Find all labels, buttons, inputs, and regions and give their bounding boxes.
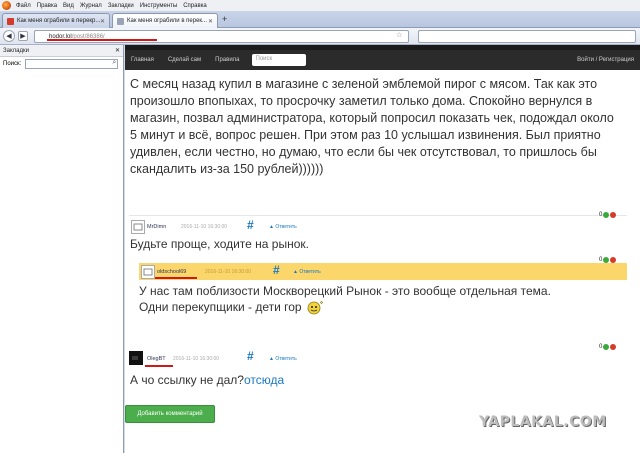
sidebar-search: Поиск: ⌕: [0, 57, 123, 71]
new-tab-icon[interactable]: +: [222, 14, 227, 24]
upvote-icon[interactable]: [603, 344, 610, 350]
comment-username[interactable]: OlegBT: [147, 356, 166, 362]
close-sidebar-icon[interactable]: ✕: [115, 47, 120, 54]
vote-score: 0: [599, 344, 603, 350]
upvote-icon[interactable]: [603, 257, 610, 263]
reply-arrow-icon: ▲: [269, 224, 274, 230]
reply-label: Ответить: [275, 356, 297, 362]
firefox-icon[interactable]: [2, 1, 11, 10]
comment-permalink[interactable]: #: [273, 263, 280, 277]
reply-arrow-icon: ▲: [269, 356, 274, 362]
site-nav: Главная Сделай сам Правила Поиск Войти /…: [125, 50, 640, 70]
downvote-icon[interactable]: [610, 212, 617, 218]
comment-text: Будьте проще, ходите на рынок.: [130, 237, 309, 251]
site-favicon-icon: [117, 17, 124, 25]
comment-username[interactable]: MrDimn: [147, 224, 166, 230]
comment-link[interactable]: отсюда: [244, 373, 284, 387]
comment-line-text: А чо ссылку не дал?: [130, 373, 244, 387]
menu-help[interactable]: Справка: [180, 3, 210, 9]
comment-reply[interactable]: ▲ Ответить: [293, 269, 321, 275]
back-icon[interactable]: ◀: [3, 30, 15, 42]
comment-header: MrDimn 2016-11-10 16:30:00 # ▲ Ответить …: [129, 212, 627, 235]
comment-date: 2016-11-10 16:30:00: [205, 269, 252, 275]
avatar: [141, 265, 155, 279]
menu-history[interactable]: Журнал: [77, 3, 105, 9]
site-search-input[interactable]: Поиск: [251, 54, 306, 66]
comment-header-highlighted: oldschool69 2016-11-10 16:30:00 # ▲ Отве…: [139, 257, 627, 280]
menu-edit[interactable]: Правка: [34, 3, 60, 9]
comment-votes: 0: [599, 344, 617, 350]
sidebar-search-input[interactable]: ⌕: [25, 59, 119, 69]
nav-bar: ◀ ▶ hodor.lol/post/86386/ ☆: [0, 28, 640, 45]
tab-title: Как меня ограбили в перек...: [127, 18, 208, 24]
bookmarks-sidebar: Закладки ✕ Поиск: ⌕: [0, 45, 124, 453]
comment-reply[interactable]: ▲ Ответить: [269, 224, 297, 230]
close-tab-icon[interactable]: ✕: [100, 18, 105, 25]
comment-line: Одни перекупщики - дети гор: [139, 299, 619, 315]
red-underline-mark: [155, 277, 197, 279]
menu-file[interactable]: Файл: [13, 3, 34, 9]
login-link[interactable]: Войти / Регистрация: [577, 57, 634, 63]
avatar: [131, 220, 145, 234]
nav-diy[interactable]: Сделай сам: [168, 57, 201, 63]
comment-permalink[interactable]: #: [247, 218, 254, 232]
main-content: С месяц назад купил в магазине с зеленой…: [125, 70, 640, 453]
sidebar-header: Закладки ✕: [0, 45, 123, 57]
avatar: [129, 351, 143, 365]
red-underline-mark: [145, 365, 173, 367]
tab-2[interactable]: Как меня ограбили в перек... ✕: [112, 13, 218, 28]
menu-bar: Файл Правка Вид Журнал Закладки Инструме…: [0, 0, 640, 11]
comment-votes: 0: [599, 212, 617, 218]
upvote-icon[interactable]: [603, 212, 610, 218]
add-comment-button[interactable]: Добавить комментарий: [125, 405, 215, 423]
red-underline-mark: [47, 39, 157, 41]
vote-score: 0: [599, 212, 603, 218]
reply-arrow-icon: ▲: [293, 269, 298, 275]
address-bar[interactable]: hodor.lol/post/86386/: [34, 30, 409, 43]
comment-reply[interactable]: ▲ Ответить: [269, 356, 297, 362]
browser-search-input[interactable]: [418, 30, 636, 43]
menu-bookmarks[interactable]: Закладки: [105, 3, 137, 9]
tab-1[interactable]: Как меня ограбили в перекр... ✕: [2, 13, 110, 28]
watermark: YAPLAKAL.COM: [479, 414, 607, 430]
comment-votes: 0: [599, 257, 617, 263]
tab-title: Как меня ограбили в перекр...: [17, 18, 101, 24]
reply-label: Ответить: [299, 269, 321, 275]
comment-text: У нас там поблизости Москворецкий Рынок …: [139, 283, 619, 315]
tab-bar: Как меня ограбили в перекр... ✕ Как меня…: [0, 11, 640, 28]
sidebar-title: Закладки: [3, 48, 29, 54]
nav-home[interactable]: Главная: [131, 57, 154, 63]
downvote-icon[interactable]: [610, 344, 617, 350]
post-body: С месяц назад купил в магазине с зеленой…: [130, 77, 614, 176]
comment-header: OlegBT 2016-11-10 16:30:00 # ▲ Ответить …: [129, 344, 627, 367]
search-icon[interactable]: ⌕: [112, 59, 116, 67]
comment-permalink[interactable]: #: [247, 349, 254, 363]
comment-date: 2016-11-10 16:30:00: [173, 356, 220, 362]
comment-username[interactable]: oldschool69: [157, 269, 186, 275]
vote-score: 0: [599, 257, 603, 263]
downvote-icon[interactable]: [610, 257, 617, 263]
bookmark-star-icon[interactable]: ☆: [396, 31, 402, 39]
forward-icon[interactable]: ▶: [18, 31, 28, 41]
close-tab-icon[interactable]: ✕: [208, 18, 213, 25]
comment-line-text: Одни перекупщики - дети гор: [139, 300, 302, 314]
sidebar-search-label: Поиск:: [3, 61, 22, 67]
comment-date: 2016-11-10 16:30:00: [181, 224, 228, 230]
reply-label: Ответить: [275, 224, 297, 230]
comment-line: У нас там поблизости Москворецкий Рынок …: [139, 284, 551, 298]
smiley-icon: [307, 300, 323, 315]
menu-view[interactable]: Вид: [60, 3, 77, 9]
menu-tools[interactable]: Инструменты: [137, 3, 180, 9]
comment-text: А чо ссылку не дал?отсюда: [130, 372, 284, 388]
nav-rules[interactable]: Правила: [215, 57, 239, 63]
site-favicon-icon: [7, 17, 14, 25]
